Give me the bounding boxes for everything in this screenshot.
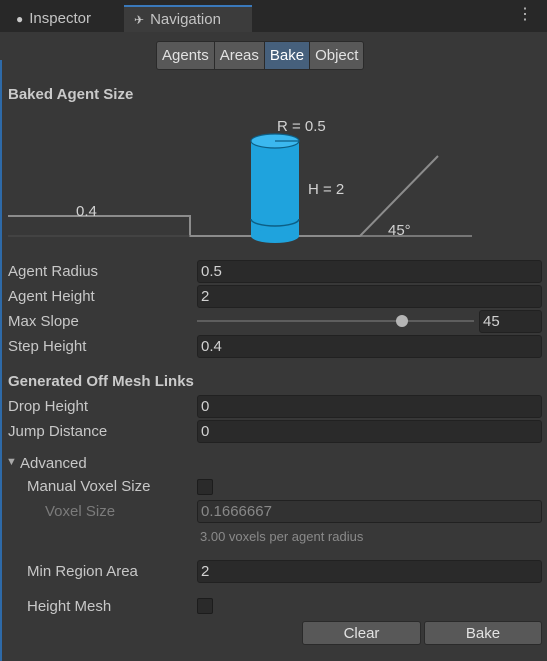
max-slope-slider-thumb[interactable] (396, 315, 408, 327)
agent-radius-field[interactable]: 0.5 (197, 260, 542, 283)
baked-agent-size-title: Baked Agent Size (8, 86, 134, 103)
areas-button[interactable]: Areas (213, 41, 265, 70)
height-mesh-checkbox[interactable] (197, 598, 213, 614)
height-label: H = 2 (308, 181, 344, 198)
navigation-icon: ✈ (134, 12, 145, 27)
advanced-foldout-label[interactable]: Advanced (20, 455, 87, 472)
tab-navigation-label: Navigation (150, 11, 221, 28)
agent-size-diagram: R = 0.5 H = 2 0.4 45° (8, 118, 472, 243)
min-region-area-field[interactable]: 2 (197, 560, 542, 583)
drop-height-field[interactable]: 0 (197, 395, 542, 418)
off-mesh-links-title: Generated Off Mesh Links (8, 373, 194, 390)
advanced-foldout-icon[interactable]: ▼ (6, 456, 17, 468)
manual-voxel-size-label: Manual Voxel Size (27, 478, 151, 495)
agent-height-label: Agent Height (8, 288, 95, 305)
object-button[interactable]: Object (309, 41, 365, 70)
jump-distance-field[interactable]: 0 (197, 420, 542, 443)
slope-label: 45° (388, 222, 411, 239)
step-height-field[interactable]: 0.4 (197, 335, 542, 358)
radius-label: R = 0.5 (277, 118, 326, 135)
mode-toolbar: Agents Areas Bake Object (156, 41, 365, 70)
tab-inspector-label: Inspector (29, 10, 91, 27)
jump-distance-label: Jump Distance (8, 423, 108, 440)
step-height-label: Step Height (8, 338, 87, 355)
max-slope-label: Max Slope (8, 313, 79, 330)
bake-tab-button[interactable]: Bake (263, 41, 311, 70)
more-options-icon[interactable]: ⋮ (517, 7, 533, 23)
agent-cylinder (250, 133, 300, 243)
clear-button[interactable]: Clear (302, 621, 421, 645)
info-icon: ● (16, 11, 24, 26)
max-slope-slider-track[interactable] (197, 320, 474, 322)
step-ground-line (8, 155, 439, 237)
agent-height-field[interactable]: 2 (197, 285, 542, 308)
max-slope-field[interactable]: 45 (479, 310, 542, 333)
voxel-size-hint: 3.00 voxels per agent radius (200, 529, 364, 544)
drop-height-label: Drop Height (8, 398, 89, 415)
tab-bar: ● Inspector ✈ Navigation ⋮ (0, 0, 547, 32)
manual-voxel-size-checkbox[interactable] (197, 479, 213, 495)
tab-navigation[interactable]: ✈ Navigation (124, 5, 252, 32)
step-label: 0.4 (76, 203, 97, 220)
agent-radius-label: Agent Radius (8, 263, 99, 280)
voxel-size-label: Voxel Size (45, 503, 116, 520)
voxel-size-field: 0.1666667 (197, 500, 542, 523)
bake-button[interactable]: Bake (424, 621, 542, 645)
min-region-area-label: Min Region Area (27, 563, 138, 580)
agents-button[interactable]: Agents (156, 41, 215, 70)
tab-inspector[interactable]: ● Inspector (4, 5, 122, 32)
height-mesh-label: Height Mesh (27, 598, 112, 615)
